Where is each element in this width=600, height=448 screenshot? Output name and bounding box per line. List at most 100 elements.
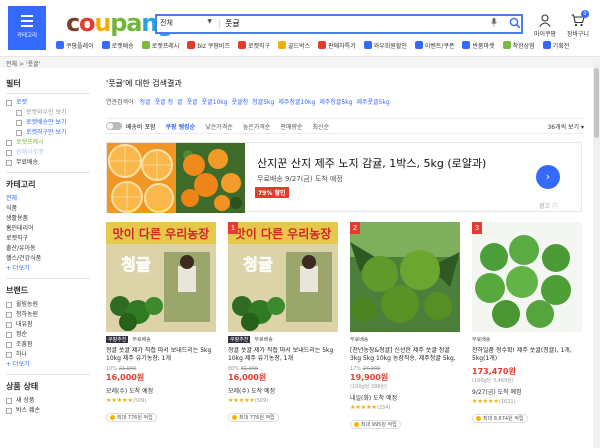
related-search-link[interactable]: 풋귤청 bbox=[232, 99, 249, 106]
sort-option[interactable]: 쿠팡 랭킹순 bbox=[166, 122, 196, 131]
scrollbar-thumb[interactable] bbox=[594, 68, 599, 138]
brand-item[interactable]: 청하농원 bbox=[6, 310, 90, 320]
checkbox[interactable] bbox=[6, 150, 12, 156]
chevron-right-icon[interactable]: › bbox=[536, 165, 560, 189]
checkbox[interactable] bbox=[6, 398, 12, 404]
brand-item[interactable]: 정순 bbox=[6, 330, 90, 340]
sort-option[interactable]: 낮은가격순 bbox=[205, 122, 233, 131]
my-coupang-button[interactable]: 마이쿠팡 bbox=[533, 14, 557, 38]
page-scrollbar[interactable] bbox=[593, 58, 600, 448]
product-card[interactable]: 맛이 다른 우리농장 청귤 1 쿠팡추천 무료배송 청귤 풋귤 제가 직접 따서 보내드리… bbox=[228, 222, 338, 448]
rocket-delivery-filter[interactable]: 로켓배송만 보기 bbox=[6, 118, 90, 128]
checkbox[interactable] bbox=[6, 352, 12, 358]
state-item[interactable]: 박스 훼손 bbox=[6, 406, 90, 416]
brand-item[interactable]: 하나 bbox=[6, 350, 90, 360]
rocket-filter[interactable]: 로켓 bbox=[6, 98, 90, 108]
product-name[interactable]: 청귤 풋귤 제가 직접 따서 보내드리는 5kg 10kg 제주 유기농장, 1… bbox=[228, 347, 338, 363]
checkbox[interactable] bbox=[6, 332, 12, 338]
quick-nav-item[interactable]: 반품마켓 bbox=[462, 41, 495, 50]
product-image[interactable]: 맛이 다른 우리농장 청귤 bbox=[106, 222, 216, 332]
related-search-link[interactable]: 제주풋귤5kg bbox=[357, 99, 390, 106]
sort-option[interactable]: 높은가격순 bbox=[243, 122, 271, 131]
related-search-link[interactable]: 제주청귤5kg bbox=[319, 99, 352, 106]
seller-rocket-filter[interactable]: 판매자로켓 bbox=[6, 148, 90, 158]
free-shipping-filter[interactable]: 무료배송 bbox=[6, 158, 90, 168]
ad-discount-badge: 79% 할인 bbox=[255, 187, 289, 198]
related-search-link[interactable]: 귤 bbox=[177, 99, 183, 106]
checkbox[interactable] bbox=[6, 140, 12, 146]
star-rating-icon: ★★★★★ bbox=[106, 397, 133, 404]
cart-button[interactable]: 0 장바구니 bbox=[564, 10, 592, 38]
related-search-link[interactable]: 청귤 bbox=[140, 99, 151, 106]
quick-nav-item[interactable]: 판매자특가 bbox=[318, 41, 356, 50]
product-image[interactable]: 2 bbox=[350, 222, 460, 332]
category-item[interactable]: 홈인테리어 bbox=[6, 224, 90, 234]
checkbox[interactable] bbox=[6, 342, 12, 348]
related-search-link[interactable]: 청귤5kg bbox=[252, 99, 274, 106]
brand-item[interactable]: 조흥팜 bbox=[6, 340, 90, 350]
ad-banner[interactable]: 산지꾼 산지 제주 노지 감귤, 1박스, 5kg (로얄과) 무료배송 9/2… bbox=[106, 142, 582, 213]
category-item[interactable]: 출산/유아동 bbox=[6, 244, 90, 254]
quick-nav-item[interactable]: 로켓직구 bbox=[237, 41, 270, 50]
checkbox[interactable] bbox=[16, 120, 22, 126]
filter-title: 필터 bbox=[6, 78, 90, 94]
quick-nav-item[interactable]: 와우회원할인 bbox=[363, 41, 407, 50]
quick-nav-item[interactable]: 로켓배송 bbox=[101, 41, 134, 50]
quick-nav-item[interactable]: biz 쿠팡비즈 bbox=[187, 41, 230, 50]
category-menu-button[interactable]: 카테고리 bbox=[8, 6, 46, 50]
microphone-icon[interactable] bbox=[491, 18, 497, 29]
brand-more-link[interactable]: + 더보기 bbox=[6, 360, 90, 370]
shipping-fee-toggle[interactable] bbox=[106, 122, 122, 130]
category-item[interactable]: 전체 bbox=[6, 194, 90, 204]
quick-nav-item[interactable]: 로켓프레시 bbox=[141, 41, 179, 50]
checkbox[interactable] bbox=[16, 130, 22, 136]
search-scope-select[interactable]: 전체 ▼ bbox=[160, 18, 216, 28]
related-search-link[interactable]: 풋귤10kg bbox=[202, 99, 228, 106]
brand-item[interactable]: 올림농원 bbox=[6, 300, 90, 310]
page-size-select[interactable]: 36개씩 보기 ▾ bbox=[547, 122, 584, 131]
rocket-fresh-filter[interactable]: 로켓프레시 bbox=[6, 138, 90, 148]
rocket-direct-filter[interactable]: 로켓직구만 보기 bbox=[6, 128, 90, 138]
brand-item[interactable]: 대유팜 bbox=[6, 320, 90, 330]
product-image[interactable]: 3 bbox=[472, 222, 582, 332]
search-input[interactable]: 풋귤 bbox=[225, 18, 240, 29]
quick-nav-item[interactable]: 착한상점 bbox=[502, 41, 535, 50]
checkbox[interactable] bbox=[6, 408, 12, 414]
product-card[interactable]: 2 무료배송 [천년농장&청귤] 신선한 제주 풋귤 청귤 3kg 5kg 10kg… bbox=[350, 222, 460, 448]
review-count: (509) bbox=[132, 398, 147, 404]
related-search-link[interactable]: 풋귤 청 bbox=[155, 99, 173, 106]
category-item[interactable]: 헬스/건강식품 bbox=[6, 254, 90, 264]
quick-nav-item[interactable]: 쿠팡플레이 bbox=[56, 41, 94, 50]
category-more-link[interactable]: + 더보기 bbox=[6, 264, 90, 274]
category-item[interactable]: 식품 bbox=[6, 204, 90, 214]
category-item[interactable]: 생활용품 bbox=[6, 214, 90, 224]
category-item-label: 출산/유아동 bbox=[6, 245, 36, 252]
sort-option[interactable]: 판매량순 bbox=[280, 122, 302, 131]
checkbox[interactable] bbox=[6, 160, 12, 166]
search-icon[interactable] bbox=[509, 17, 521, 29]
checkbox[interactable] bbox=[6, 302, 12, 308]
product-name[interactable]: 청귤 풋귤 제가 직접 따서 보내드리는 5kg 10kg 제주 유기농장, 1… bbox=[106, 347, 216, 363]
product-image[interactable]: 맛이 다른 우리농장 청귤 1 bbox=[228, 222, 338, 332]
related-search-link[interactable]: 제주청귤10kg bbox=[278, 99, 315, 106]
related-search-link[interactable]: 풋귤 bbox=[187, 99, 198, 106]
checkbox[interactable] bbox=[16, 110, 22, 116]
checkbox[interactable] bbox=[6, 100, 12, 106]
quick-nav-icon bbox=[318, 41, 327, 49]
ad-title[interactable]: 산지꾼 산지 제주 노지 감귤, 1박스, 5kg (로얄과) bbox=[257, 155, 486, 171]
checkbox[interactable] bbox=[6, 312, 12, 318]
quick-nav-item[interactable]: 골드박스 bbox=[278, 41, 310, 50]
breadcrumb-query: '풋귤' bbox=[25, 61, 41, 68]
product-name[interactable]: 천하일품 청수확! 제주 풋귤(청귤), 1개, 5kg(1개) bbox=[472, 347, 582, 363]
rocket-wow-filter[interactable]: 로켓와우만 보기 bbox=[6, 108, 90, 118]
sort-option[interactable]: 최신순 bbox=[313, 122, 330, 131]
state-item[interactable]: 새 상품 bbox=[6, 396, 90, 406]
breadcrumb-home[interactable]: 전체 bbox=[6, 61, 17, 68]
product-name[interactable]: [천년농장&청귤] 신선한 제주 풋귤 청귤 3kg 5kg 10kg 농장직송… bbox=[350, 347, 460, 363]
quick-nav-item[interactable]: 기획전 bbox=[542, 41, 569, 50]
checkbox[interactable] bbox=[6, 322, 12, 328]
category-item[interactable]: 로켓직구 bbox=[6, 234, 90, 244]
product-card[interactable]: 3 무료배송 천하일품 청수확! 제주 풋귤(청귤), 1개, 5kg(1개) 173… bbox=[472, 222, 582, 448]
quick-nav-item[interactable]: 이벤트/쿠폰 bbox=[414, 41, 454, 50]
product-card[interactable]: 맛이 다른 우리농장 청귤 쿠팡추천 무료배송 청귤 풋귤 제가 직접 따서 보내드리는… bbox=[106, 222, 216, 448]
